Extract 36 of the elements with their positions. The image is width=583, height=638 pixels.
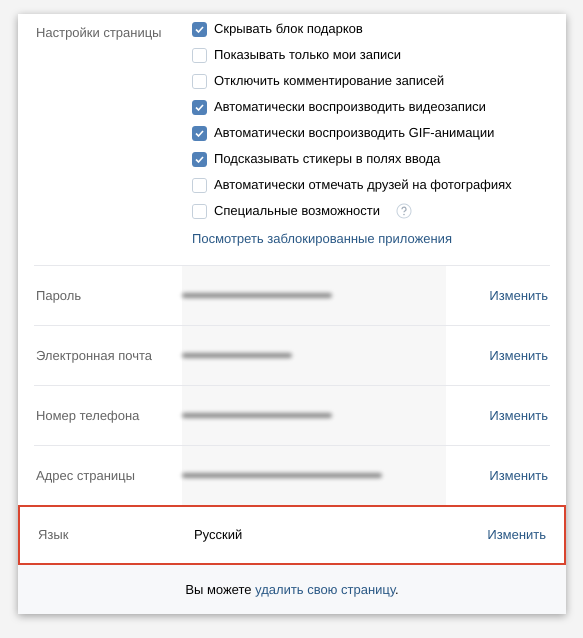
option-label: Автоматически отмечать друзей на фотографиях [214,176,512,194]
field-label: Номер телефона [36,406,140,425]
change-link[interactable]: Изменить [487,525,546,545]
checkbox[interactable] [192,74,207,88]
field-label: Адрес страницы [36,466,136,485]
checkmark-icon [194,24,205,34]
option-label: Автоматически воспроизводить GIF-анимации [214,124,494,142]
checkmark-icon [194,128,205,138]
option-label: Автоматически воспроизводить видеозаписи [214,98,486,116]
change-link[interactable]: Изменить [489,466,548,486]
delete-page-link[interactable]: удалить свою страницу [255,582,396,597]
checkbox[interactable] [192,152,207,166]
checkmark-icon [194,102,205,112]
section-label: Настройки страницы [36,25,162,40]
checkbox[interactable] [192,22,207,36]
option-label: Скрывать блок подарков [214,20,363,38]
checkmark-icon [194,154,205,164]
change-link[interactable]: Изменить [489,346,548,366]
change-link[interactable]: Изменить [489,286,548,306]
checkbox[interactable] [192,178,207,192]
option-label: Подсказывать стикеры в полях ввода [214,150,440,168]
option-label: Специальные возможности [214,202,380,220]
help-icon[interactable] [396,203,412,219]
field-label: Язык [38,526,70,544]
footer-note: Вы можете удалить свою страницу. [185,580,399,599]
field-label: Электронная почта [36,346,154,365]
blocked-apps-link[interactable]: Посмотреть заблокированные приложения [192,231,452,247]
option-label: Отключить комментирование записей [214,72,444,90]
checkbox[interactable] [192,204,207,218]
option-label: Показывать только мои записи [214,46,402,64]
checkbox[interactable] [192,100,207,114]
field-value: Русский [194,526,242,544]
field-label: Пароль [36,286,82,305]
change-link[interactable]: Изменить [489,406,548,426]
checkbox[interactable] [192,126,207,140]
checkbox[interactable] [192,48,207,62]
